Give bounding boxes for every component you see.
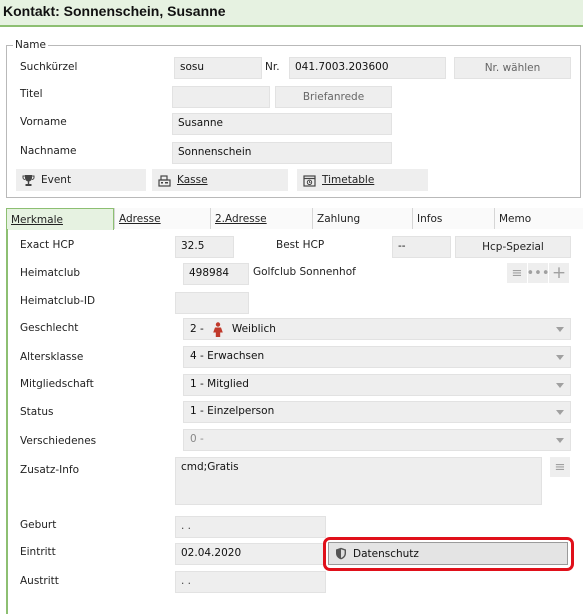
status-label: Status xyxy=(20,406,54,418)
tab-adresse[interactable]: Adresse xyxy=(114,208,210,229)
verschiedenes-select[interactable]: 0 - xyxy=(183,429,571,451)
list-icon[interactable]: ≡ xyxy=(507,263,527,283)
status-value: 1 - Einzelperson xyxy=(190,405,275,417)
heimatclub-label: Heimatclub xyxy=(20,267,81,279)
add-icon[interactable]: + xyxy=(549,263,569,283)
vorname-field[interactable]: Susanne xyxy=(172,113,392,135)
tab-memo[interactable]: Memo xyxy=(494,208,583,229)
nr-waehlen-button[interactable]: Nr. wählen xyxy=(454,57,571,79)
zusatz-info-field[interactable]: cmd;Gratis xyxy=(175,457,542,505)
altersklasse-value: 4 - Erwachsen xyxy=(190,350,265,362)
mitgliedschaft-value: 1 - Mitglied xyxy=(190,378,249,390)
female-person-icon xyxy=(213,321,223,337)
geschlecht-value: Weiblich xyxy=(231,323,276,335)
timetable-button[interactable]: Timetable xyxy=(297,169,428,191)
window-title: Kontakt: Sonnenschein, Susanne xyxy=(3,3,226,19)
chevron-down-icon xyxy=(556,355,564,360)
tab-infos[interactable]: Infos xyxy=(412,208,494,229)
nachname-label: Nachname xyxy=(20,145,77,157)
titel-label: Titel xyxy=(20,88,43,100)
kasse-button-label: Kasse xyxy=(177,174,208,186)
tab-2-adresse-label: 2.Adresse xyxy=(215,213,267,225)
heimatclub-name: Golfclub Sonnenhof xyxy=(253,266,356,278)
heimatclub-id-label: Heimatclub-ID xyxy=(20,295,96,307)
best-hcp-field[interactable]: -- xyxy=(392,236,451,258)
altersklasse-select[interactable]: 4 - Erwachsen xyxy=(183,346,571,368)
panel-border xyxy=(6,229,8,614)
chevron-down-icon xyxy=(556,383,564,388)
nr-field[interactable]: 041.7003.203600 xyxy=(289,57,446,79)
austritt-label: Austritt xyxy=(20,575,59,587)
vorname-label: Vorname xyxy=(20,116,67,128)
zusatz-info-label: Zusatz-Info xyxy=(20,464,80,476)
tab-zahlung[interactable]: Zahlung xyxy=(312,208,412,229)
geburt-field[interactable]: . . xyxy=(175,516,326,538)
tab-merkmale-label: Merkmale xyxy=(11,214,63,226)
heimatclub-id-field[interactable] xyxy=(175,292,249,314)
timetable-button-label: Timetable xyxy=(322,174,375,186)
highlight-annotation xyxy=(323,537,574,571)
chevron-down-icon xyxy=(556,410,564,415)
tab-memo-label: Memo xyxy=(499,213,532,225)
mitgliedschaft-select[interactable]: 1 - Mitglied xyxy=(183,374,571,396)
exact-hcp-field[interactable]: 32.5 xyxy=(175,236,234,258)
nachname-field[interactable]: Sonnenschein xyxy=(172,142,392,164)
austritt-field[interactable]: . . xyxy=(175,571,326,593)
list-icon[interactable]: ≡ xyxy=(550,457,570,477)
hcp-spezial-button[interactable]: Hcp-Spezial xyxy=(455,236,571,258)
mitgliedschaft-label: Mitgliedschaft xyxy=(20,378,94,390)
tab-infos-label: Infos xyxy=(417,213,443,225)
titel-field[interactable] xyxy=(172,86,270,108)
more-icon[interactable]: ••• xyxy=(527,263,550,283)
briefanrede-button[interactable]: Briefanrede xyxy=(275,86,392,108)
tab-merkmale[interactable]: Merkmale xyxy=(6,208,114,230)
event-button-label: Event xyxy=(41,174,72,186)
best-hcp-label: Best HCP xyxy=(276,239,325,251)
name-group-legend: Name xyxy=(13,39,48,51)
kasse-button[interactable]: Kasse xyxy=(152,169,288,191)
chevron-down-icon xyxy=(556,327,564,332)
tab-zahlung-label: Zahlung xyxy=(317,213,361,225)
geschlecht-label: Geschlecht xyxy=(20,322,79,334)
verschiedenes-value: 0 - xyxy=(190,433,204,445)
chevron-down-icon xyxy=(556,438,564,443)
geburt-label: Geburt xyxy=(20,519,57,531)
eintritt-field[interactable]: 02.04.2020 xyxy=(175,543,326,565)
trophy-icon xyxy=(22,174,35,186)
exact-hcp-label: Exact HCP xyxy=(20,239,75,251)
tab-adresse-label: Adresse xyxy=(119,213,161,225)
verschiedenes-label: Verschiedenes xyxy=(20,435,97,447)
calendar-clock-icon xyxy=(303,174,316,187)
event-button[interactable]: Event xyxy=(16,169,146,191)
status-select[interactable]: 1 - Einzelperson xyxy=(183,401,571,423)
heimatclub-number-field[interactable]: 498984 xyxy=(183,263,249,285)
suchkuerzel-field[interactable]: sosu xyxy=(174,57,262,79)
geschlecht-select[interactable]: 2 - Weiblich xyxy=(183,318,571,340)
tab-2-adresse[interactable]: 2.Adresse xyxy=(210,208,312,229)
eintritt-label: Eintritt xyxy=(20,546,56,558)
nr-label: Nr. xyxy=(265,61,280,73)
suchkuerzel-label: Suchkürzel xyxy=(20,61,78,73)
cash-register-icon xyxy=(158,174,171,187)
altersklasse-label: Altersklasse xyxy=(20,351,84,363)
geschlecht-code: 2 - xyxy=(190,323,204,335)
